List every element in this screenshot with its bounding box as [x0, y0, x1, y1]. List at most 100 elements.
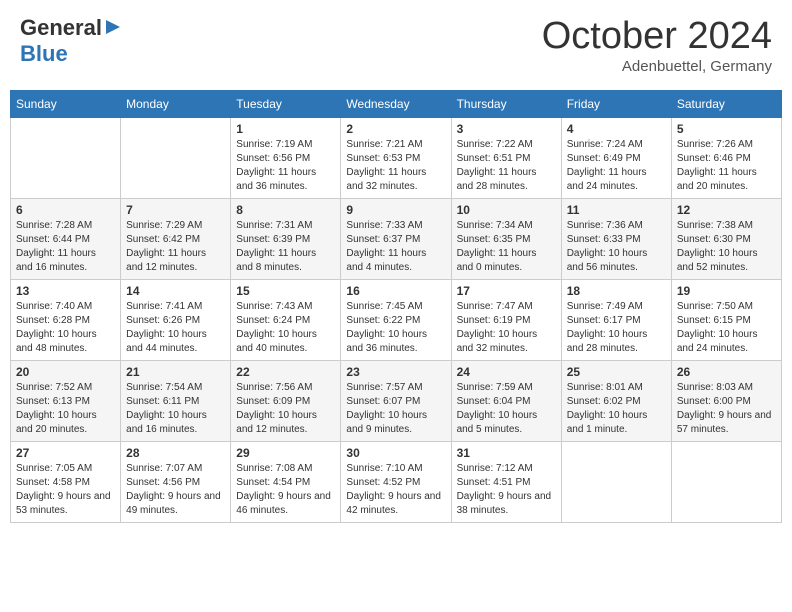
- calendar-week-row: 20Sunrise: 7:52 AM Sunset: 6:13 PM Dayli…: [11, 361, 782, 442]
- day-number: 29: [236, 446, 335, 460]
- calendar-table: SundayMondayTuesdayWednesdayThursdayFrid…: [10, 90, 782, 523]
- day-number: 21: [126, 365, 225, 379]
- day-number: 26: [677, 365, 776, 379]
- calendar-cell: 31 Sunrise: 7:12 AM Sunset: 4:51 PM Dayli…: [451, 442, 561, 523]
- day-info: Sunrise: 7:52 AM Sunset: 6:13 PM Dayligh…: [16, 381, 115, 437]
- day-info: Sunrise: 7:19 AM Sunset: 6:56 PM Dayligh…: [236, 138, 335, 194]
- calendar-cell: 22 Sunrise: 7:56 AM Sunset: 6:09 PM Dayli…: [231, 361, 341, 442]
- logo-blue: Blue: [20, 41, 68, 66]
- day-number: 24: [457, 365, 556, 379]
- day-info: Sunrise: 7:24 AM Sunset: 6:49 PM Dayligh…: [567, 138, 666, 194]
- weekday-header: Thursday: [451, 91, 561, 118]
- calendar-cell: 21 Sunrise: 7:54 AM Sunset: 6:11 PM Dayli…: [121, 361, 231, 442]
- day-info: Sunrise: 7:54 AM Sunset: 6:11 PM Dayligh…: [126, 381, 225, 437]
- day-number: 12: [677, 203, 776, 217]
- calendar-cell: 15 Sunrise: 7:43 AM Sunset: 6:24 PM Dayli…: [231, 280, 341, 361]
- calendar-cell: 10Sunrise: 7:34 AM Sunset: 6:35 PM Dayli…: [451, 199, 561, 280]
- day-number: 23: [346, 365, 445, 379]
- day-info: Sunrise: 7:05 AM Sunset: 4:58 PM Dayligh…: [16, 462, 115, 518]
- day-number: 14: [126, 284, 225, 298]
- calendar-cell: 3Sunrise: 7:22 AM Sunset: 6:51 PM Daylig…: [451, 118, 561, 199]
- day-info: Sunrise: 7:33 AM Sunset: 6:37 PM Dayligh…: [346, 219, 445, 275]
- calendar-header-row: SundayMondayTuesdayWednesdayThursdayFrid…: [11, 91, 782, 118]
- calendar-cell: 4 Sunrise: 7:24 AM Sunset: 6:49 PM Daylig…: [561, 118, 671, 199]
- day-info: Sunrise: 7:12 AM Sunset: 4:51 PM Dayligh…: [457, 462, 556, 518]
- calendar-cell: [671, 442, 781, 523]
- logo-general: General: [20, 15, 102, 41]
- day-number: 13: [16, 284, 115, 298]
- calendar-cell: 14 Sunrise: 7:41 AM Sunset: 6:26 PM Dayli…: [121, 280, 231, 361]
- day-info: Sunrise: 7:07 AM Sunset: 4:56 PM Dayligh…: [126, 462, 225, 518]
- day-number: 5: [677, 122, 776, 136]
- day-info: Sunrise: 7:28 AM Sunset: 6:44 PM Dayligh…: [16, 219, 115, 275]
- day-number: 16: [346, 284, 445, 298]
- month-title: October 2024: [542, 15, 772, 58]
- day-number: 22: [236, 365, 335, 379]
- day-number: 6: [16, 203, 115, 217]
- calendar-cell: 29 Sunrise: 7:08 AM Sunset: 4:54 PM Dayli…: [231, 442, 341, 523]
- day-number: 11: [567, 203, 666, 217]
- calendar-cell: 24Sunrise: 7:59 AM Sunset: 6:04 PM Dayli…: [451, 361, 561, 442]
- calendar-cell: 1 Sunrise: 7:19 AM Sunset: 6:56 PM Daylig…: [231, 118, 341, 199]
- calendar-cell: 20Sunrise: 7:52 AM Sunset: 6:13 PM Dayli…: [11, 361, 121, 442]
- calendar-cell: 27 Sunrise: 7:05 AM Sunset: 4:58 PM Dayli…: [11, 442, 121, 523]
- weekday-header: Friday: [561, 91, 671, 118]
- calendar-cell: 11 Sunrise: 7:36 AM Sunset: 6:33 PM Dayli…: [561, 199, 671, 280]
- day-info: Sunrise: 7:41 AM Sunset: 6:26 PM Dayligh…: [126, 300, 225, 356]
- day-number: 2: [346, 122, 445, 136]
- day-number: 31: [457, 446, 556, 460]
- day-info: Sunrise: 7:57 AM Sunset: 6:07 PM Dayligh…: [346, 381, 445, 437]
- day-info: Sunrise: 7:29 AM Sunset: 6:42 PM Dayligh…: [126, 219, 225, 275]
- calendar-cell: [11, 118, 121, 199]
- title-block: October 2024 Adenbuettel, Germany: [542, 15, 772, 75]
- location-subtitle: Adenbuettel, Germany: [542, 58, 772, 75]
- calendar-cell: 23 Sunrise: 7:57 AM Sunset: 6:07 PM Dayli…: [341, 361, 451, 442]
- day-number: 8: [236, 203, 335, 217]
- calendar-cell: 19 Sunrise: 7:50 AM Sunset: 6:15 PM Dayli…: [671, 280, 781, 361]
- day-number: 17: [457, 284, 556, 298]
- calendar-cell: 13 Sunrise: 7:40 AM Sunset: 6:28 PM Dayli…: [11, 280, 121, 361]
- weekday-header: Saturday: [671, 91, 781, 118]
- weekday-header: Monday: [121, 91, 231, 118]
- day-number: 18: [567, 284, 666, 298]
- calendar-cell: 5 Sunrise: 7:26 AM Sunset: 6:46 PM Daylig…: [671, 118, 781, 199]
- day-number: 9: [346, 203, 445, 217]
- day-number: 27: [16, 446, 115, 460]
- calendar-cell: 18 Sunrise: 7:49 AM Sunset: 6:17 PM Dayli…: [561, 280, 671, 361]
- day-number: 10: [457, 203, 556, 217]
- calendar-cell: [561, 442, 671, 523]
- day-number: 1: [236, 122, 335, 136]
- calendar-cell: 2Sunrise: 7:21 AM Sunset: 6:53 PM Daylig…: [341, 118, 451, 199]
- calendar-cell: 8 Sunrise: 7:31 AM Sunset: 6:39 PM Daylig…: [231, 199, 341, 280]
- day-number: 7: [126, 203, 225, 217]
- day-number: 19: [677, 284, 776, 298]
- day-info: Sunrise: 7:43 AM Sunset: 6:24 PM Dayligh…: [236, 300, 335, 356]
- weekday-header: Wednesday: [341, 91, 451, 118]
- day-info: Sunrise: 7:31 AM Sunset: 6:39 PM Dayligh…: [236, 219, 335, 275]
- calendar-cell: 30Sunrise: 7:10 AM Sunset: 4:52 PM Dayli…: [341, 442, 451, 523]
- calendar-cell: 9 Sunrise: 7:33 AM Sunset: 6:37 PM Daylig…: [341, 199, 451, 280]
- calendar-week-row: 1 Sunrise: 7:19 AM Sunset: 6:56 PM Daylig…: [11, 118, 782, 199]
- day-number: 3: [457, 122, 556, 136]
- logo: General Blue: [20, 15, 122, 67]
- day-info: Sunrise: 7:26 AM Sunset: 6:46 PM Dayligh…: [677, 138, 776, 194]
- calendar-cell: 16Sunrise: 7:45 AM Sunset: 6:22 PM Dayli…: [341, 280, 451, 361]
- calendar-cell: 7 Sunrise: 7:29 AM Sunset: 6:42 PM Daylig…: [121, 199, 231, 280]
- calendar-week-row: 6 Sunrise: 7:28 AM Sunset: 6:44 PM Daylig…: [11, 199, 782, 280]
- weekday-header: Sunday: [11, 91, 121, 118]
- day-info: Sunrise: 7:40 AM Sunset: 6:28 PM Dayligh…: [16, 300, 115, 356]
- calendar-cell: 26 Sunrise: 8:03 AM Sunset: 6:00 PM Dayli…: [671, 361, 781, 442]
- day-info: Sunrise: 7:08 AM Sunset: 4:54 PM Dayligh…: [236, 462, 335, 518]
- day-info: Sunrise: 7:36 AM Sunset: 6:33 PM Dayligh…: [567, 219, 666, 275]
- day-number: 4: [567, 122, 666, 136]
- day-info: Sunrise: 7:56 AM Sunset: 6:09 PM Dayligh…: [236, 381, 335, 437]
- day-info: Sunrise: 7:49 AM Sunset: 6:17 PM Dayligh…: [567, 300, 666, 356]
- day-info: Sunrise: 7:50 AM Sunset: 6:15 PM Dayligh…: [677, 300, 776, 356]
- calendar-week-row: 13 Sunrise: 7:40 AM Sunset: 6:28 PM Dayli…: [11, 280, 782, 361]
- day-info: Sunrise: 8:03 AM Sunset: 6:00 PM Dayligh…: [677, 381, 776, 437]
- day-number: 30: [346, 446, 445, 460]
- day-number: 25: [567, 365, 666, 379]
- calendar-week-row: 27 Sunrise: 7:05 AM Sunset: 4:58 PM Dayli…: [11, 442, 782, 523]
- calendar-cell: 28Sunrise: 7:07 AM Sunset: 4:56 PM Dayli…: [121, 442, 231, 523]
- day-number: 15: [236, 284, 335, 298]
